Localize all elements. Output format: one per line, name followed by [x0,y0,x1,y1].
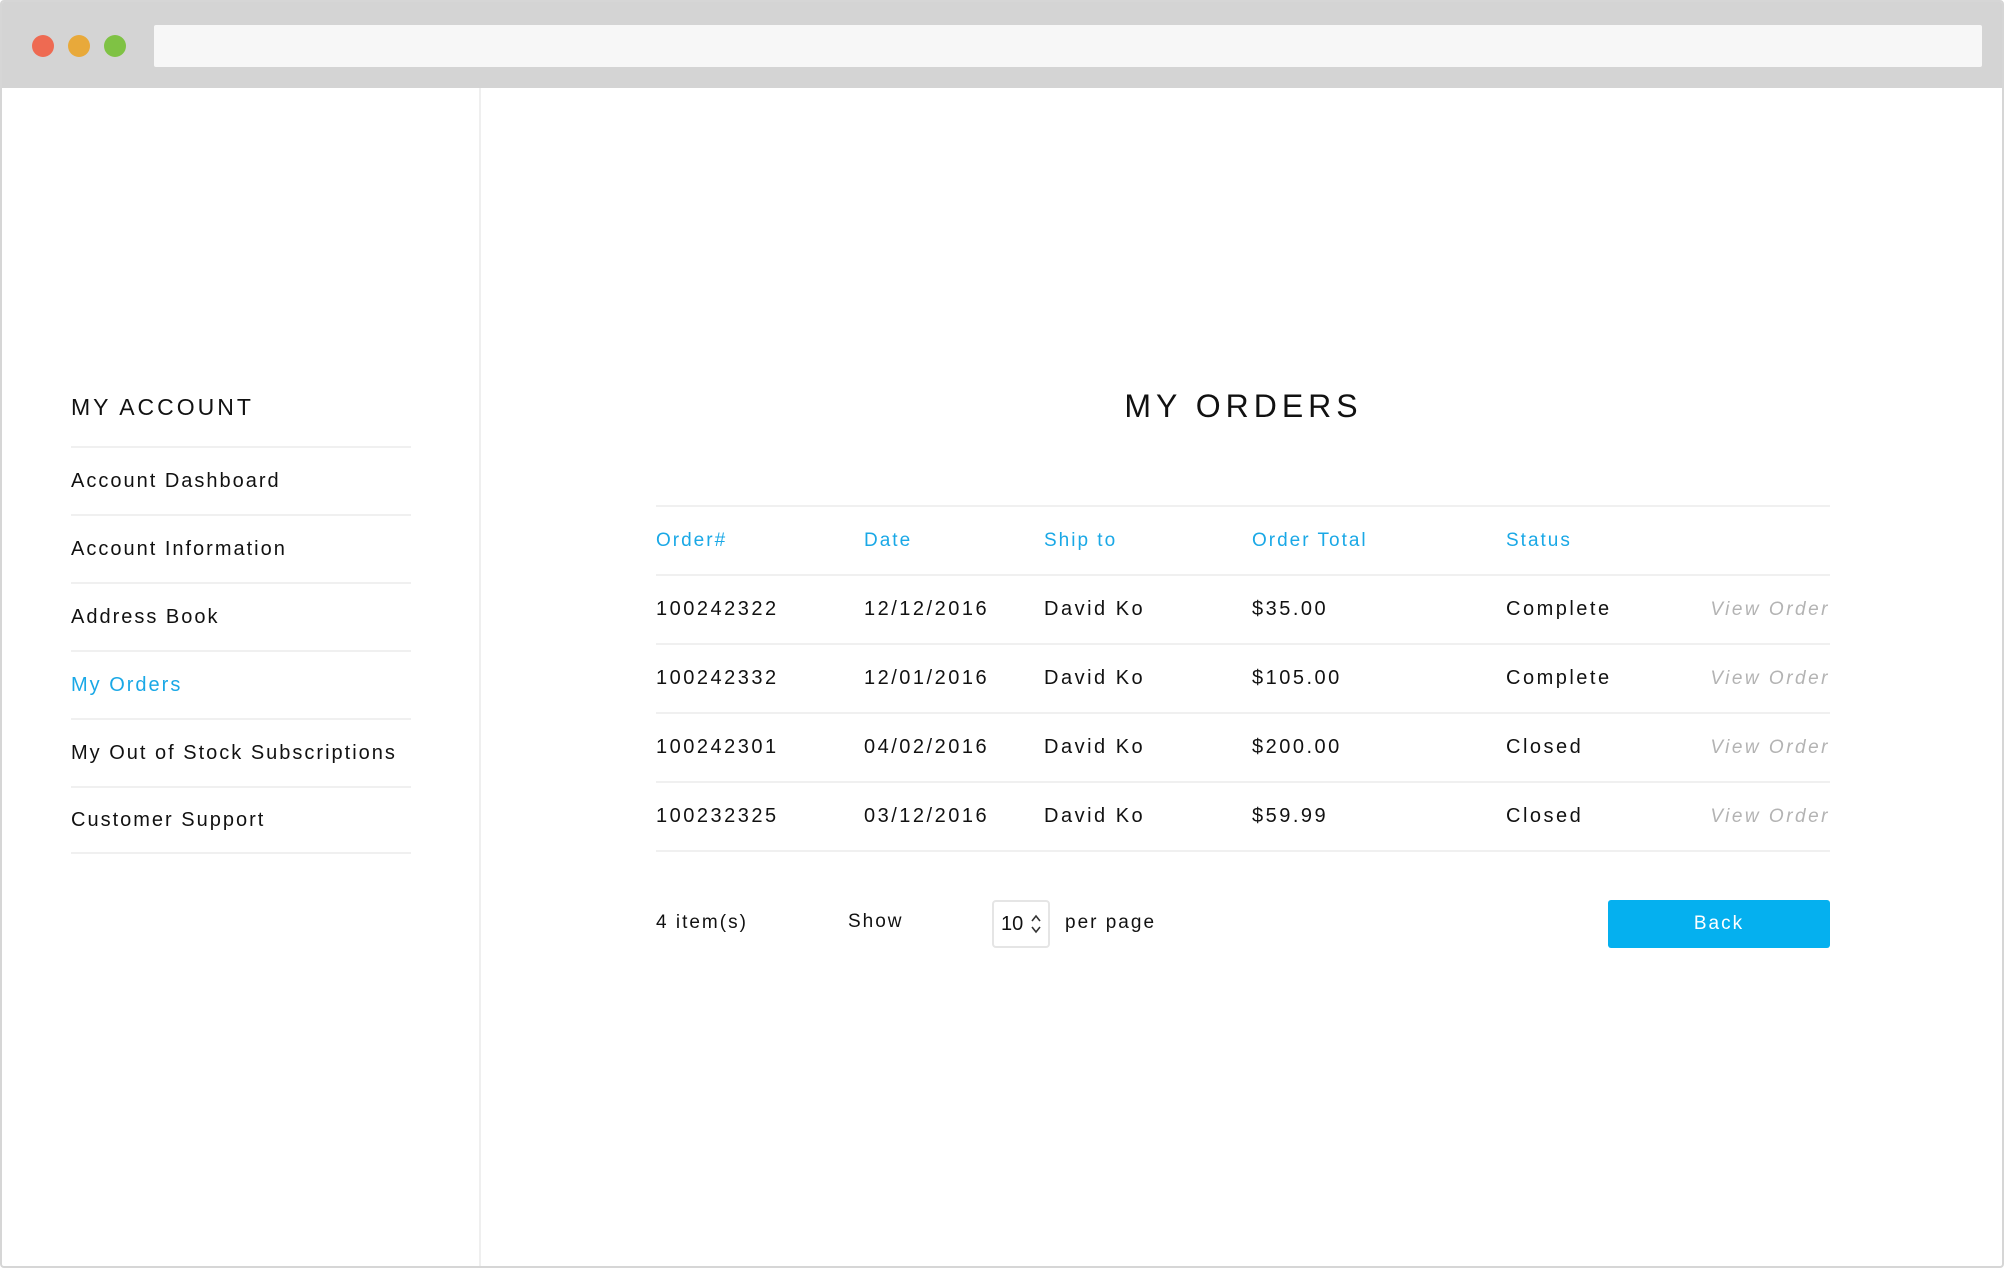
sidebar-item-account-dashboard[interactable]: Account Dashboard [71,446,411,514]
stepper-arrows-icon [1031,914,1041,934]
order-number: 100242332 [656,667,779,689]
items-count: 4 item(s) [656,912,748,933]
view-order-link[interactable]: View Order [1706,644,1830,713]
order-date: 03/12/2016 [864,805,990,827]
column-header-order-total: Order Total [1252,529,1368,551]
address-bar[interactable] [154,25,1982,67]
column-header-order: Order# [656,529,728,551]
page-title: MY ORDERS [1124,388,1363,424]
table-row: 100242322 12/12/2016 David Ko $35.00 Com… [656,575,1830,644]
account-sidebar: MY ACCOUNT Account Dashboard Account Inf… [2,88,481,1266]
sidebar-item-my-orders[interactable]: My Orders [71,650,411,718]
table-footer: 4 item(s) Show 10 per page Back [656,900,1830,950]
view-order-link[interactable]: View Order [1706,713,1830,782]
order-total: $200.00 [1252,736,1342,758]
order-ship-to: David Ko [1044,667,1146,689]
title-bar [2,2,2002,88]
sidebar-item-customer-support[interactable]: Customer Support [71,786,411,854]
order-status: Closed [1506,736,1584,758]
table-row: 100242332 12/01/2016 David Ko $105.00 Co… [656,644,1830,713]
view-order-link[interactable]: View Order [1706,782,1830,851]
sidebar-item-account-information[interactable]: Account Information [71,514,411,582]
show-label: Show [848,911,904,932]
orders-table: Order# Date Ship to Order Total Status 1… [656,505,1830,852]
column-header-ship-to: Ship to [1044,529,1118,551]
main-content: MY ORDERS Order# Date Ship to Order Tota… [481,88,2002,1266]
order-status: Complete [1506,598,1612,620]
maximize-window-button[interactable] [104,35,126,57]
view-order-link[interactable]: View Order [1706,575,1830,644]
order-date: 04/02/2016 [864,736,990,758]
order-ship-to: David Ko [1044,736,1146,758]
order-number: 100242322 [656,598,779,620]
sidebar-menu: Account Dashboard Account Information Ad… [71,446,411,854]
order-status: Closed [1506,805,1584,827]
order-total: $59.99 [1252,805,1329,827]
order-ship-to: David Ko [1044,805,1146,827]
per-page-value: 10 [1001,912,1024,935]
order-number: 100232325 [656,805,779,827]
sidebar-item-address-book[interactable]: Address Book [71,582,411,650]
per-page-select[interactable]: 10 [992,900,1050,948]
order-total: $35.00 [1252,598,1329,620]
table-header-row: Order# Date Ship to Order Total Status [656,506,1830,575]
table-row: 100242301 04/02/2016 David Ko $200.00 Cl… [656,713,1830,782]
close-window-button[interactable] [32,35,54,57]
order-date: 12/12/2016 [864,598,990,620]
order-date: 12/01/2016 [864,667,990,689]
order-total: $105.00 [1252,667,1342,689]
column-header-status: Status [1506,529,1572,551]
order-number: 100242301 [656,736,779,758]
back-button[interactable]: Back [1608,900,1830,948]
order-ship-to: David Ko [1044,598,1146,620]
browser-window: MY ACCOUNT Account Dashboard Account Inf… [0,0,2004,1268]
sidebar-item-out-of-stock-subscriptions[interactable]: My Out of Stock Subscriptions [71,718,411,786]
table-row: 100232325 03/12/2016 David Ko $59.99 Clo… [656,782,1830,851]
per-page-label: per page [1065,912,1157,933]
column-header-date: Date [864,529,913,551]
column-header-action [1706,506,1830,575]
minimize-window-button[interactable] [68,35,90,57]
order-status: Complete [1506,667,1612,689]
sidebar-title: MY ACCOUNT [71,394,254,420]
